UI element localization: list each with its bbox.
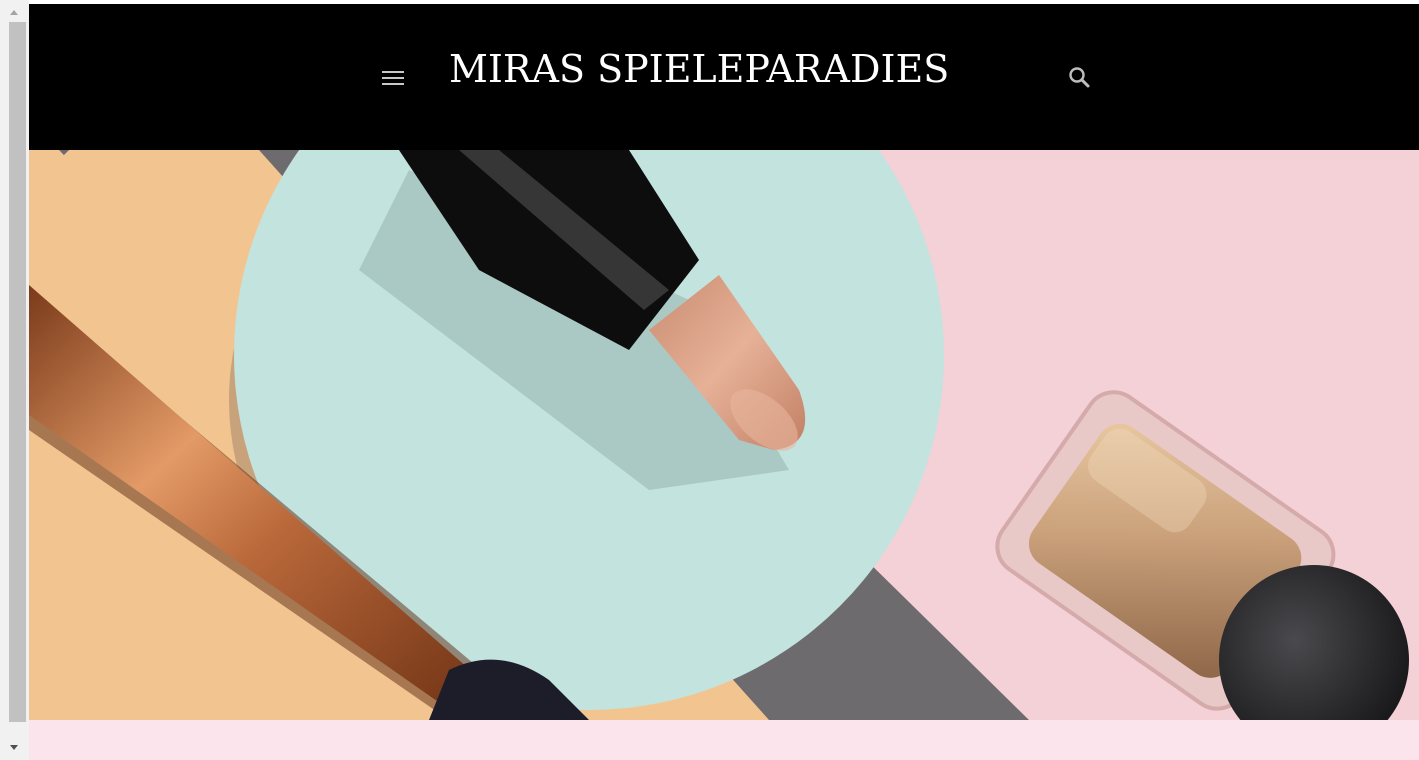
scroll-up-arrow-icon[interactable]	[10, 10, 18, 15]
site-header: MIRAS SPIELEPARADIES	[29, 4, 1419, 150]
vertical-scrollbar[interactable]	[0, 0, 29, 760]
scroll-down-arrow-icon[interactable]	[10, 745, 18, 750]
search-icon[interactable]	[1067, 65, 1093, 91]
scrollbar-thumb[interactable]	[9, 22, 26, 722]
hamburger-menu-icon[interactable]	[382, 71, 406, 89]
content-area	[29, 720, 1419, 760]
hero-image	[29, 150, 1419, 720]
site-title[interactable]: MIRAS SPIELEPARADIES	[449, 50, 989, 88]
